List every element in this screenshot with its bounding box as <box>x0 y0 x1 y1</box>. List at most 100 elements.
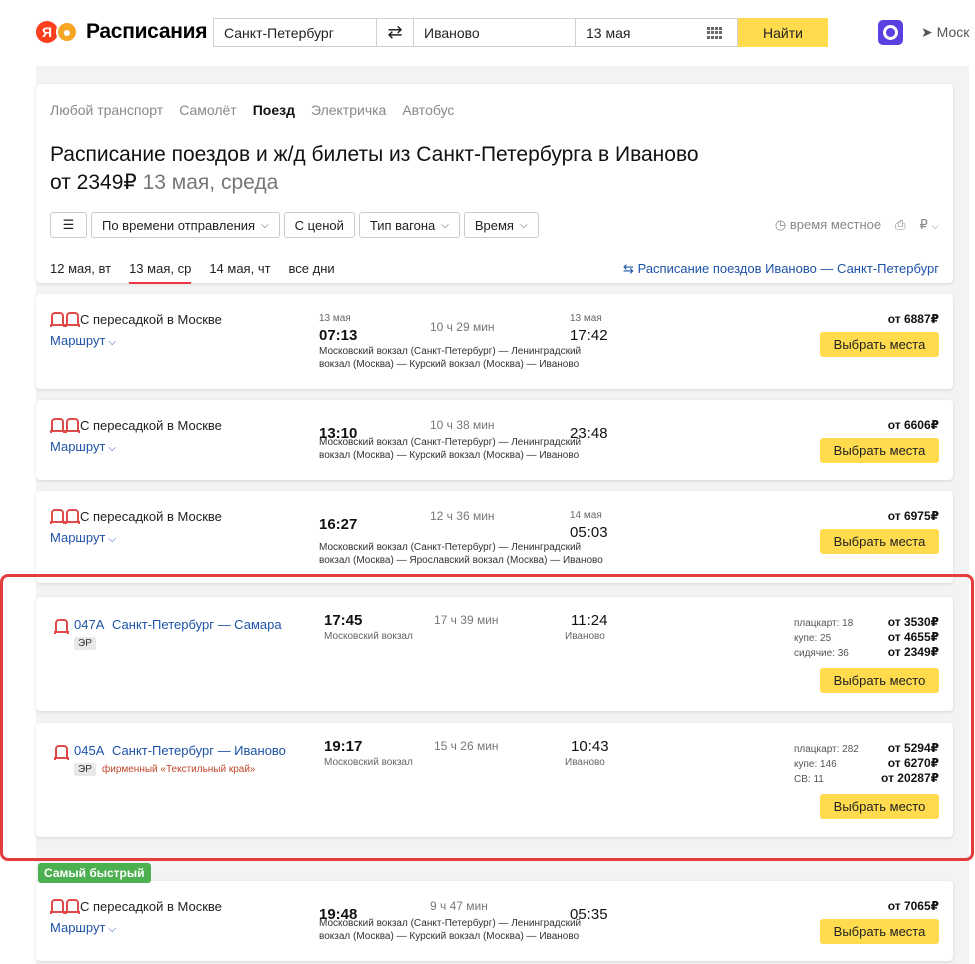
right-tools: ◷ время местное ⎙ ₽ ⌵ <box>775 217 939 233</box>
train-card: 045А Санкт-Петербург — Иваново ЭР фирменный… <box>36 723 953 837</box>
print-icon[interactable]: ⎙ <box>895 217 905 233</box>
car-prices: от 5294₽ от 6270₽ от 20287₽ <box>881 741 939 786</box>
train-icon <box>50 418 65 433</box>
day-tab[interactable]: все дни <box>289 261 335 284</box>
day-tab[interactable]: 12 мая, вт <box>50 261 111 284</box>
duration: 15 ч 26 мин <box>434 739 499 753</box>
train-icon <box>50 899 65 914</box>
day-tabs: 12 мая, вт 13 мая, ср 14 мая, чт все дни <box>50 261 335 284</box>
transport-tab[interactable]: Электричка <box>311 102 386 118</box>
date-input[interactable]: 13 мая <box>576 18 738 47</box>
choose-places-button[interactable]: Выбрать места <box>820 438 939 463</box>
to-input[interactable]: Иваново <box>413 18 576 47</box>
trip-card: С пересадкой в Москве Маршрут ⌵ 19:48 9 ч 47… <box>36 881 953 961</box>
transport-tab[interactable]: Автобус <box>402 102 454 118</box>
filter-bar: ☰ По времени отправления ⌵ С ценой Тип ва… <box>50 212 539 238</box>
car-class-price: от 6270₽ <box>887 756 939 770</box>
route-stations: Московский вокзал (Санкт-Петербург) — Ле… <box>319 542 603 566</box>
choose-places-button[interactable]: Выбрать места <box>820 919 939 944</box>
transfer-text: С пересадкой в Москве <box>80 509 222 524</box>
arrival-time: 17:42 <box>570 327 608 344</box>
route-link[interactable]: Маршрут ⌵ <box>50 920 116 935</box>
choose-place-button[interactable]: Выбрать место <box>820 794 939 819</box>
transport-tab[interactable]: Поезд <box>253 102 295 118</box>
train-type-badge: ЭР <box>74 763 96 776</box>
transport-tab[interactable]: Самолёт <box>179 102 237 118</box>
currency-select[interactable]: ₽ ⌵ <box>920 217 940 233</box>
transport-tabs: Любой транспорт Самолёт Поезд Электричка Авт… <box>50 102 454 118</box>
route-text: Маршрут <box>50 920 106 935</box>
local-time-toggle[interactable]: ◷ время местное <box>775 217 881 233</box>
results-header-panel: Любой транспорт Самолёт Поезд Электричка Авт… <box>36 84 953 284</box>
route-link[interactable]: Маршрут ⌵ <box>50 439 116 454</box>
logo[interactable]: Я ● Расписания <box>36 20 207 44</box>
reverse-arrows-icon: ⇆ <box>623 261 634 276</box>
transfer-text: С пересадкой в Москве <box>80 899 222 914</box>
alice-icon[interactable] <box>878 20 903 45</box>
route-text: Маршрут <box>50 530 106 545</box>
chevron-down-icon: ⌵ <box>108 924 116 935</box>
day-tab[interactable]: 13 мая, ср <box>129 261 192 284</box>
date-value: 13 мая <box>586 24 631 41</box>
car-class-price: от 20287₽ <box>881 771 939 785</box>
calendar-icon[interactable] <box>707 27 723 39</box>
arrival-time: 10:43 <box>571 738 609 755</box>
choose-places-button[interactable]: Выбрать места <box>820 529 939 554</box>
car-prices: от 3530₽ от 4655₽ от 2349₽ <box>888 615 939 660</box>
page-title: Расписание поездов и ж/д билеты из Санкт… <box>50 141 930 197</box>
train-icon <box>65 418 80 433</box>
title-price: от 2349₽ <box>50 171 137 194</box>
duration: 9 ч 47 мин <box>430 899 488 913</box>
arrival-date: 13 мая <box>570 313 602 324</box>
reverse-route-link[interactable]: ⇆ Расписание поездов Иваново — Санкт-Пет… <box>623 261 939 277</box>
transport-tab[interactable]: Любой транспорт <box>50 102 163 118</box>
from-input[interactable]: Санкт-Петербург <box>213 18 377 47</box>
price: от 6606₽ <box>887 418 939 432</box>
find-button[interactable]: Найти <box>738 18 828 47</box>
sort-order-button[interactable]: ☰ <box>50 212 87 238</box>
trip-card: С пересадкой в Москве Маршрут ⌵ 13 мая 07:13… <box>36 294 953 389</box>
time-filter[interactable]: Время ⌵ <box>463 212 539 238</box>
car-class-label: плацкарт: 18 <box>794 618 854 629</box>
departure-time: 19:17 <box>324 738 363 755</box>
car-class-label: сидячие: 36 <box>794 648 849 659</box>
arrival-time: 11:24 <box>571 612 608 629</box>
location-arrow-icon: ➤ <box>921 24 933 40</box>
choose-places-button[interactable]: Выбрать места <box>820 332 939 357</box>
price: от 6975₽ <box>887 509 939 523</box>
car-type-label: Тип вагона <box>369 217 436 233</box>
train-number[interactable]: 047А <box>74 617 104 632</box>
swap-arrows-icon[interactable]: ⇄ <box>377 18 413 47</box>
with-price-filter[interactable]: С ценой <box>283 212 355 238</box>
chevron-down-icon: ⌵ <box>931 221 939 232</box>
transfer-label: С пересадкой в Москве <box>50 418 222 433</box>
trip-card: С пересадкой в Москве Маршрут ⌵ 16:27 12 ч 3… <box>36 491 953 583</box>
car-class-price: от 5294₽ <box>887 741 939 755</box>
train-route-name[interactable]: Санкт-Петербург — Иваново <box>112 743 286 758</box>
car-type-filter[interactable]: Тип вагона ⌵ <box>358 212 460 238</box>
route-link[interactable]: Маршрут ⌵ <box>50 530 116 545</box>
sort-select[interactable]: По времени отправления ⌵ <box>91 212 280 238</box>
choose-place-button[interactable]: Выбрать место <box>820 668 939 693</box>
car-class-label: купе: 25 <box>794 633 832 644</box>
currency-label: ₽ <box>919 217 928 232</box>
location-link[interactable]: ➤ Моск <box>921 24 969 41</box>
sort-lines-icon: ☰ <box>62 217 75 232</box>
car-class-label: СВ: 11 <box>794 774 824 785</box>
arrival-station: Иваново <box>565 631 605 642</box>
chevron-down-icon: ⌵ <box>108 443 116 454</box>
price: от 6887₽ <box>887 312 939 326</box>
car-classes: плацкарт: 282 купе: 146 СВ: 11 <box>794 742 859 787</box>
train-type-badge: ЭР <box>74 637 96 650</box>
day-tab[interactable]: 14 мая, чт <box>209 261 270 284</box>
header: Я ● Расписания Санкт-Петербург ⇄ Иваново… <box>0 0 975 66</box>
chevron-down-icon: ⌵ <box>108 337 116 348</box>
departure-time: 16:27 <box>319 516 358 533</box>
train-route-name[interactable]: Санкт-Петербург — Самара <box>112 617 282 632</box>
train-icon <box>50 509 65 524</box>
train-number[interactable]: 045А <box>74 743 104 758</box>
train-icon <box>65 312 80 327</box>
arrival-date: 14 мая <box>570 510 602 521</box>
train-card: 047А Санкт-Петербург — Самара ЭР 17:45 Моско… <box>36 597 953 711</box>
route-link[interactable]: Маршрут ⌵ <box>50 333 116 348</box>
